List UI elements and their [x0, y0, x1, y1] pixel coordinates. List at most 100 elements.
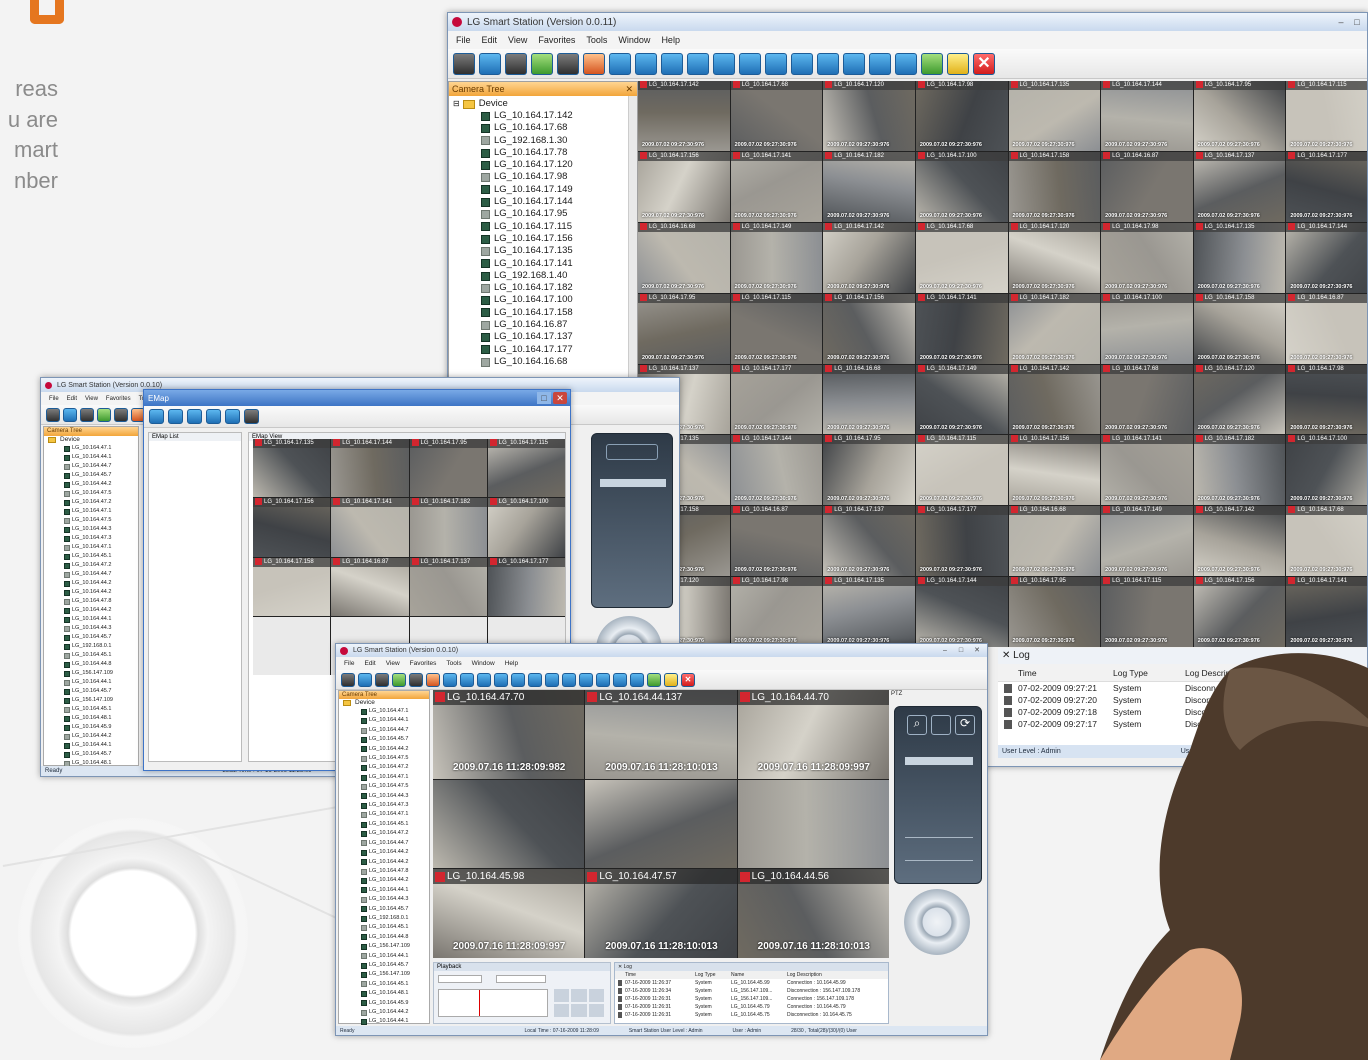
tree-item[interactable]: LG_10.164.17.182 — [481, 282, 627, 294]
tree-root[interactable]: Device — [44, 436, 138, 444]
camera-view[interactable]: LG_10.164.17.120 2009.07.02 09:27:30:976 — [1193, 364, 1286, 435]
emap-camera-view[interactable]: LG_10.164.17.137 — [409, 557, 487, 616]
tree-item[interactable]: LG_10.164.17.137 — [481, 331, 627, 343]
tree-item[interactable]: LG_10.164.44.8 — [361, 933, 429, 942]
camera-view[interactable]: LG_10.164.17.156 2009.07.02 09:27:30:976 — [823, 293, 915, 364]
monitor-icon[interactable] — [596, 672, 610, 687]
log-row[interactable]: 07-16-2009 11:26:31 System LG_156.147.109.… — [615, 995, 888, 1003]
prev-frame-button[interactable] — [554, 1004, 570, 1017]
preset-button[interactable] — [931, 715, 951, 735]
tree-item[interactable]: LG_10.164.44.2 — [64, 579, 138, 588]
camera-view[interactable]: LG_10.164.17.149 2009.07.02 09:27:30:976 — [915, 364, 1008, 435]
camera-view[interactable]: LG_10.164.44.56 2009.07.16 11:28:10:013 — [737, 869, 889, 958]
close-button[interactable]: ✕ — [553, 392, 567, 404]
camera-view[interactable]: LG_10.164.17.95 2009.07.02 09:27:30:976 — [638, 293, 730, 364]
menu-item-file[interactable]: File — [456, 35, 471, 45]
menu-item-edit[interactable]: Edit — [364, 660, 375, 667]
camera-view[interactable]: LG_10.164.17.95 2009.07.02 09:27:30:976 — [823, 435, 915, 506]
monitor-icon[interactable] — [765, 52, 787, 75]
camera-view[interactable]: LG_10.164.17.142 2009.07.02 09:27:30:976 — [823, 222, 915, 293]
monitor-icon[interactable] — [494, 672, 508, 687]
gear-icon[interactable] — [244, 409, 259, 424]
monitor-icon[interactable] — [477, 672, 491, 687]
globe-icon[interactable] — [392, 672, 406, 687]
tree-item[interactable]: LG_10.164.47.1 — [64, 543, 138, 552]
camera-view[interactable]: LG_10.164.17.156 2009.07.02 09:27:30:976 — [1008, 435, 1101, 506]
tree-item[interactable]: LG_10.164.45.7 — [361, 735, 429, 744]
camera-view[interactable]: LG_10.164.17.98 2009.07.02 09:27:30:976 — [730, 577, 823, 647]
camera-view[interactable]: LG_10.164.17.137 2009.07.02 09:27:30:976 — [1193, 151, 1286, 222]
camera-view[interactable]: LG_10.164.17.156 2009.07.02 09:27:30:976 — [638, 151, 730, 222]
camera-view[interactable]: LG_10.164.17.149 2009.07.02 09:27:30:976 — [1101, 506, 1193, 577]
camera-view[interactable]: LG_10.164.17.100 2009.07.02 09:27:30:976 — [1286, 435, 1367, 506]
menu-item-favorites[interactable]: Favorites — [538, 35, 575, 45]
camera-view[interactable]: LG_10.164.17.149 2009.07.02 09:27:30:976 — [730, 222, 823, 293]
forward-button[interactable] — [588, 989, 604, 1002]
monitor-icon[interactable] — [739, 52, 761, 75]
camera-view[interactable]: LG_10.164.17.142 2009.07.02 09:27:30:976 — [638, 81, 730, 151]
tree-item[interactable]: LG_10.164.17.68 — [481, 122, 627, 134]
camera-view[interactable]: LG_10.164.17.68 2009.07.02 09:27:30:976 — [730, 81, 823, 151]
tree-item[interactable]: LG_10.164.17.78 — [481, 147, 627, 159]
tree-item[interactable]: LG_10.164.47.5 — [361, 782, 429, 791]
printer-icon[interactable] — [557, 52, 579, 75]
monitor-icon[interactable] — [443, 672, 457, 687]
camera-view[interactable]: LG_10.164.17.144 2009.07.02 09:27:30:976 — [730, 435, 823, 506]
monitor-icon[interactable] — [562, 672, 576, 687]
tree-item[interactable]: LG_156.147.109 — [64, 696, 138, 705]
monitor-icon[interactable] — [630, 672, 644, 687]
tree-item[interactable]: LG_10.164.45.1 — [64, 651, 138, 660]
search-icon[interactable] — [358, 672, 372, 687]
camera-view[interactable]: LG_10.164.17.177 2009.07.02 09:27:30:976 — [730, 364, 823, 435]
tree-item[interactable]: LG_10.164.17.95 — [481, 208, 627, 220]
tree-item[interactable]: LG_10.164.44.2 — [361, 745, 429, 754]
ptz-buttons[interactable] — [606, 444, 658, 460]
playback-timeline[interactable] — [438, 989, 548, 1017]
tree-item[interactable]: LG_192.168.0.1 — [361, 914, 429, 923]
gear-icon[interactable] — [375, 672, 389, 687]
image-icon[interactable] — [947, 52, 969, 75]
log-header-type[interactable]: Log Type — [695, 972, 731, 978]
camera-view[interactable] — [585, 779, 737, 869]
printer-icon[interactable] — [114, 407, 128, 422]
emap-camera-view[interactable]: LG_10.164.17.144 — [331, 439, 409, 498]
log-header-desc[interactable]: Log Description — [787, 972, 887, 978]
menu-item-help[interactable]: Help — [505, 660, 518, 667]
emap-dialog-titlebar[interactable]: EMap □ ✕ — [144, 390, 570, 406]
camera-view[interactable]: LG_10.164.47.70 2009.07.16 11:28:09:982 — [433, 690, 585, 779]
camera-view[interactable]: LG_10.164.17.142 2009.07.02 09:27:30:976 — [1008, 364, 1101, 435]
layout-icon[interactable] — [46, 407, 60, 422]
tree-item[interactable]: LG_10.164.47.1 — [361, 707, 429, 716]
tree-item[interactable]: LG_10.164.44.1 — [64, 615, 138, 624]
monitor-icon[interactable] — [791, 52, 813, 75]
camera-view[interactable]: LG_10.164.16.68 2009.07.02 09:27:30:976 — [638, 222, 730, 293]
user-icon[interactable] — [426, 672, 440, 687]
maximize-button[interactable]: □ — [1350, 16, 1364, 28]
camera-view[interactable]: LG_10.164.17.137 2009.07.02 09:27:30:976 — [823, 506, 915, 577]
camera-view[interactable]: LG_10.164.17.68 2009.07.02 09:27:30:976 — [1101, 364, 1193, 435]
tree-item[interactable]: LG_10.164.47.5 — [361, 754, 429, 763]
pause-button[interactable] — [571, 1004, 587, 1017]
tree-root[interactable]: ⊟ Device — [453, 98, 627, 110]
camera-view[interactable]: LG_10.164.47.57 2009.07.16 11:28:10:013 — [585, 869, 737, 958]
tree-item[interactable]: LG_10.164.47.2 — [64, 498, 138, 507]
monitor-icon[interactable] — [579, 672, 593, 687]
menu-item-window[interactable]: Window — [618, 35, 650, 45]
tree-item[interactable]: LG_10.164.44.3 — [64, 624, 138, 633]
tree-item[interactable]: LG_10.164.47.1 — [361, 810, 429, 819]
globe-icon[interactable] — [97, 407, 111, 422]
camera-view[interactable]: LG_10.164.16.87 2009.07.02 09:27:30:976 — [1101, 151, 1193, 222]
camera-view[interactable]: LG_10.164.17.158 2009.07.02 09:27:30:976 — [1008, 151, 1101, 222]
tree-item[interactable]: LG_10.164.44.2 — [64, 732, 138, 741]
tree-item[interactable]: LG_10.164.47.5 — [64, 516, 138, 525]
camera-view[interactable]: LG_10.164.17.144 2009.07.02 09:27:30:976 — [1286, 222, 1367, 293]
camera-view[interactable]: LG_10.164.17.158 2009.07.02 09:27:30:976 — [1193, 293, 1286, 364]
minimize-button[interactable]: – — [1334, 16, 1348, 28]
tree-item[interactable]: LG_10.164.47.1 — [64, 507, 138, 516]
tree-item[interactable]: LG_10.164.48.1 — [361, 989, 429, 998]
tree-item[interactable]: LG_10.164.47.3 — [361, 801, 429, 810]
tree-item[interactable]: LG_192.168.0.1 — [64, 642, 138, 651]
tree-item[interactable]: LG_10.164.44.2 — [64, 606, 138, 615]
tree-item[interactable]: LG_10.164.17.141 — [481, 258, 627, 270]
emap-camera-view[interactable]: LG_10.164.17.182 — [409, 498, 487, 557]
